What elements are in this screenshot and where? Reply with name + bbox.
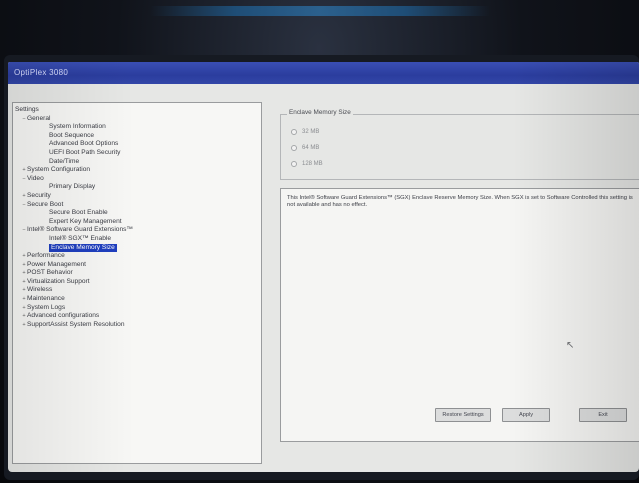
tree-item-label: System Information	[49, 123, 106, 131]
tree-item-label: Maintenance	[27, 295, 65, 303]
tree-item-label: General	[27, 114, 51, 122]
tree-item-label: Secure Boot Enable	[49, 209, 108, 217]
option-label: 64 MB	[302, 145, 320, 151]
tree-item-label: Settings	[15, 106, 39, 113]
tree-item-label: Secure Boot	[27, 200, 64, 208]
tree-item-label: Date/Time	[49, 157, 80, 165]
tree-item[interactable]: + System Logs	[15, 304, 259, 313]
tree-item-label: UEFI Boot Path Security	[49, 148, 121, 156]
tree-item[interactable]: Secure Boot Enable	[15, 209, 259, 218]
tree-item[interactable]: System Information	[15, 123, 259, 132]
mouse-cursor-icon: ↖	[566, 340, 575, 351]
tree-item[interactable]: + SupportAssist System Resolution	[15, 321, 259, 330]
tree-item[interactable]: Enclave Memory Size	[15, 243, 259, 253]
tree-item[interactable]: + Performance	[15, 252, 259, 261]
tree-item-label: Power Management	[27, 260, 87, 268]
tree-item-label: Security	[27, 191, 51, 199]
option-label: 128 MB	[302, 161, 323, 167]
tree-item-label: POST Behavior	[27, 269, 73, 277]
help-description: This Intel® Software Guard Extensions™ (…	[280, 188, 639, 442]
tree-item-label: Boot Sequence	[49, 131, 95, 139]
tree-item-label: Wireless	[27, 286, 53, 294]
tree-item[interactable]: − Video	[15, 175, 259, 184]
tree-item[interactable]: − Secure Boot	[15, 201, 259, 210]
tree-item-label: Intel® Software Guard Extensions™	[27, 226, 134, 234]
tree-item[interactable]: Intel® SGX™ Enable	[15, 235, 259, 244]
tree-item[interactable]: Settings	[15, 106, 259, 115]
tree-item-label: Enclave Memory Size	[49, 243, 117, 253]
radio-icon[interactable]	[291, 145, 297, 151]
background-light	[150, 6, 490, 16]
tree-item[interactable]: + POST Behavior	[15, 269, 259, 278]
tree-item-label: SupportAssist System Resolution	[27, 320, 125, 328]
exit-button[interactable]: Exit	[579, 408, 627, 422]
group-title: Enclave Memory Size	[287, 109, 353, 116]
tree-item-label: Advanced Boot Options	[49, 140, 119, 148]
tree-item-label: Intel® SGX™ Enable	[49, 234, 112, 242]
option-32mb[interactable]: 32 MB	[291, 129, 319, 135]
radio-icon[interactable]	[291, 129, 297, 135]
tree-item[interactable]: Boot Sequence	[15, 132, 259, 141]
radio-icon[interactable]	[291, 161, 297, 167]
tree-item[interactable]: Date/Time	[15, 158, 259, 167]
tree-item[interactable]: − General	[15, 115, 259, 124]
tree-item[interactable]: + Virtualization Support	[15, 278, 259, 287]
tree-item[interactable]: + Maintenance	[15, 295, 259, 304]
option-label: 32 MB	[302, 129, 320, 135]
settings-tree[interactable]: Settings − General System Information Boot S…	[12, 102, 262, 464]
tree-item-label: Advanced configurations	[27, 312, 100, 320]
tree-item[interactable]: − Intel® Software Guard Extensions™	[15, 226, 259, 235]
option-64mb[interactable]: 64 MB	[291, 145, 319, 151]
tree-item[interactable]: UEFI Boot Path Security	[15, 149, 259, 158]
tree-item[interactable]: + Power Management	[15, 261, 259, 270]
tree-item[interactable]: + Security	[15, 192, 259, 201]
tree-item[interactable]: Advanced Boot Options	[15, 140, 259, 149]
tree-item[interactable]: + System Configuration	[15, 166, 259, 175]
restore-settings-button[interactable]: Restore Settings	[435, 408, 491, 422]
option-128mb[interactable]: 128 MB	[291, 161, 323, 167]
tree-item-label: Virtualization Support	[27, 277, 90, 285]
bios-screen: OptiPlex 3080 Settings − General System Inf…	[8, 62, 639, 472]
tree-item-label: System Logs	[27, 303, 66, 311]
window-title: OptiPlex 3080	[8, 62, 639, 84]
tree-item[interactable]: Primary Display	[15, 183, 259, 192]
tree-item-label: Performance	[27, 252, 65, 260]
tree-item[interactable]: + Wireless	[15, 286, 259, 295]
enclave-memory-size-group: Enclave Memory Size 32 MB 64 MB 128 MB	[280, 109, 639, 180]
tree-item-label: System Configuration	[27, 166, 91, 174]
tree-item[interactable]: + Advanced configurations	[15, 312, 259, 321]
tree-item-label: Primary Display	[49, 183, 96, 191]
apply-button[interactable]: Apply	[502, 408, 550, 422]
tree-item-label: Video	[27, 174, 44, 182]
